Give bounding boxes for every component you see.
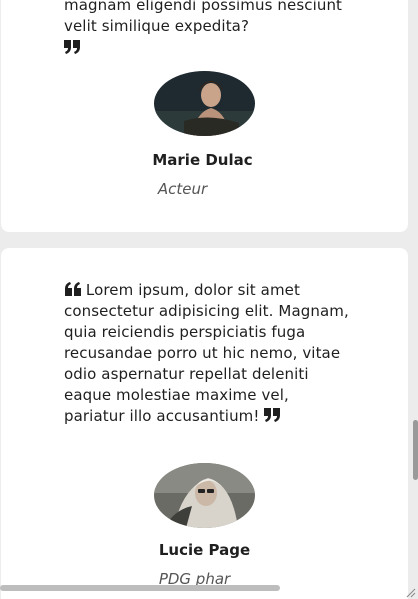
testimonial-name: Marie Dulac [152,151,253,169]
avatar [154,463,255,528]
quote-close-icon [264,408,281,422]
horizontal-scrollbar[interactable] [0,585,280,591]
testimonial-quote-text: Lorem ipsum, dolor sit amet consectetur … [64,281,349,425]
quote-close-icon [64,40,81,54]
avatar [154,71,255,136]
testimonial-quote: Lorem ipsum, dolor sit amet consectetur … [64,280,354,427]
testimonial-card: Lorem ipsum, dolor sit amet consectetur … [1,248,408,599]
testimonial-card: magnam eligendi possimus nesciunt velit … [1,0,408,232]
testimonials-viewport[interactable]: magnam eligendi possimus nesciunt velit … [0,0,418,599]
resize-grip-icon[interactable] [404,583,416,598]
vertical-scrollbar[interactable] [413,420,418,480]
testimonial-quote-text: magnam eligendi possimus nesciunt velit … [64,0,343,35]
testimonial-role: Acteur [157,180,208,198]
testimonial-name: Lucie Page [158,541,251,559]
testimonial-quote: magnam eligendi possimus nesciunt velit … [64,0,354,54]
quote-open-icon [64,282,81,296]
